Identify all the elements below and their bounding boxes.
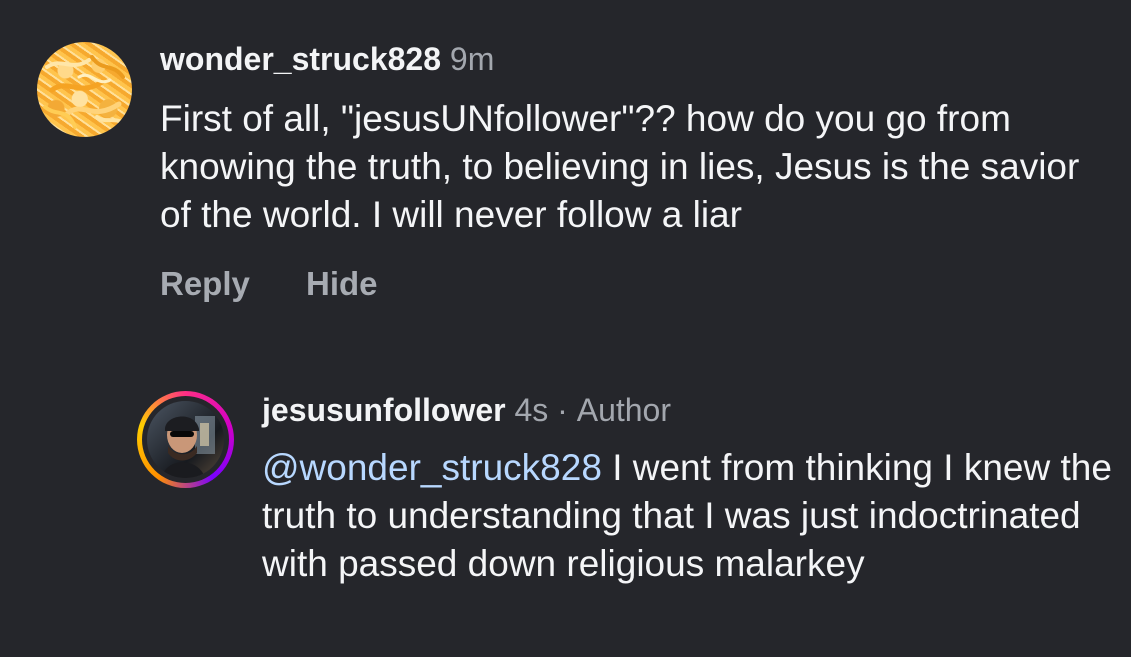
avatar <box>147 401 224 478</box>
timestamp: 4s <box>514 392 549 428</box>
separator: · <box>557 392 568 428</box>
comment-thread: wonder_struck828 9m First of all, "jesus… <box>0 0 1131 657</box>
username[interactable]: jesusunfollower <box>262 392 506 428</box>
avatar[interactable] <box>37 42 132 137</box>
hide-button[interactable]: Hide <box>306 265 378 303</box>
author-label: Author <box>576 392 671 428</box>
avatar-story-ring[interactable] <box>137 391 234 488</box>
person-avatar-icon <box>162 416 215 478</box>
shredded-cheese-avatar-icon <box>43 55 127 129</box>
avatar-ring-gap <box>142 396 229 483</box>
comment-text: @wonder_struck828 I went from thinking I… <box>262 444 1112 588</box>
comment-text: First of all, "jesusUNfollower"?? how do… <box>160 98 1080 235</box>
comment-header: jesusunfollower 4s · Author <box>262 392 671 429</box>
mention-link[interactable]: @wonder_struck828 <box>262 447 602 488</box>
comment-header: wonder_struck828 9m <box>160 41 494 78</box>
username[interactable]: wonder_struck828 <box>160 41 441 77</box>
reply-button[interactable]: Reply <box>160 265 250 303</box>
timestamp: 9m <box>449 41 495 77</box>
